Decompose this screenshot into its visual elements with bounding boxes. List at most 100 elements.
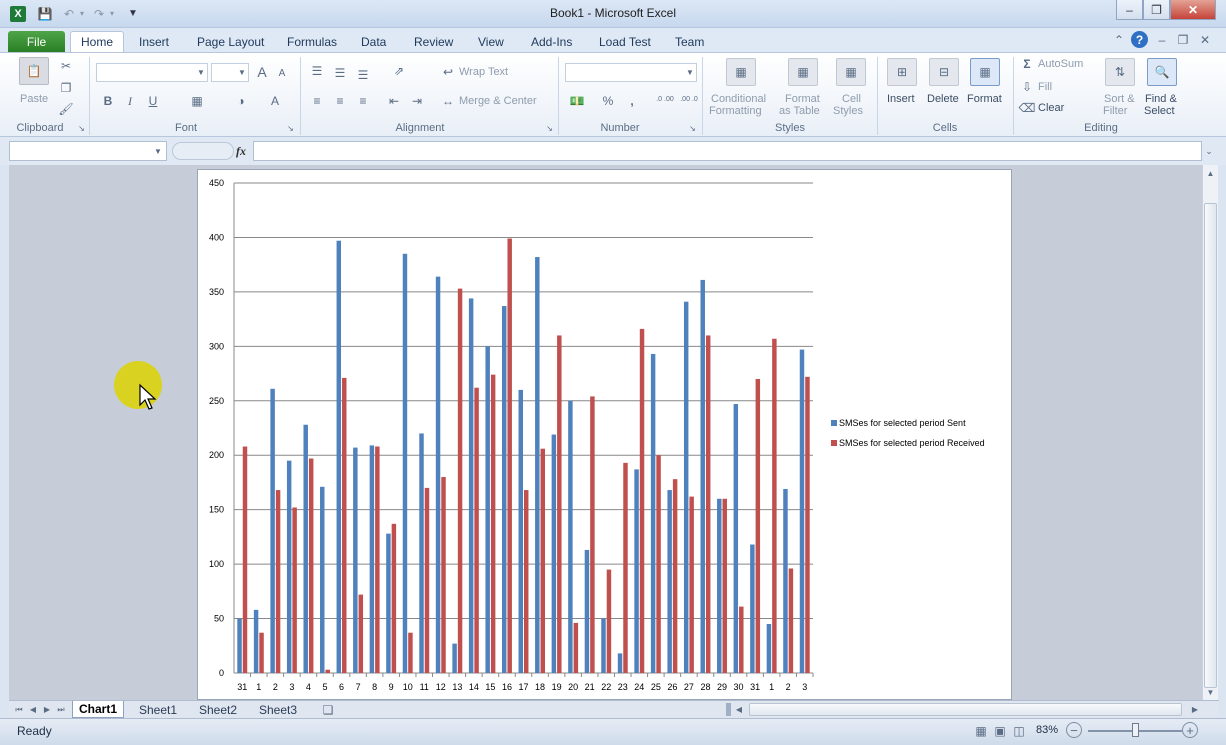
font-color-icon[interactable]: A bbox=[268, 93, 282, 109]
italic-button[interactable]: I bbox=[122, 93, 138, 109]
find-select-label[interactable]: Find & bbox=[1145, 93, 1177, 105]
last-sheet-icon[interactable]: ⏭ bbox=[55, 703, 67, 716]
merge-center-icon[interactable]: ↔ bbox=[440, 94, 456, 108]
tab-file[interactable]: File bbox=[8, 31, 65, 52]
increase-decimal-button[interactable]: .0 .00 bbox=[653, 91, 677, 109]
fill-color-icon[interactable]: ◑ bbox=[232, 93, 250, 109]
cut-icon[interactable]: ✂ bbox=[58, 58, 74, 74]
help-icon[interactable]: ? bbox=[1131, 31, 1148, 48]
find-select-label-2[interactable]: Select bbox=[1144, 105, 1175, 117]
borders-icon[interactable]: ▦ bbox=[189, 93, 205, 109]
bold-button[interactable]: B bbox=[100, 93, 116, 109]
close-button[interactable]: ✕ bbox=[1170, 0, 1216, 20]
scroll-up-icon[interactable]: ▲ bbox=[1204, 167, 1217, 179]
format-cells-button[interactable]: Format bbox=[967, 93, 1002, 105]
wrap-text-button[interactable]: Wrap Text bbox=[459, 66, 508, 78]
page-break-view-icon[interactable]: ◫ bbox=[1011, 723, 1027, 739]
zoom-in-icon[interactable]: + bbox=[1182, 722, 1198, 738]
doc-close-icon[interactable]: ✕ bbox=[1198, 32, 1212, 48]
eraser-icon[interactable]: ⌫ bbox=[1019, 101, 1036, 115]
cell-styles-icon[interactable]: ▦ bbox=[836, 58, 866, 86]
cell-styles-label[interactable]: Cell bbox=[842, 93, 861, 105]
delete-cells-icon[interactable]: ⊟ bbox=[929, 58, 959, 86]
delete-cells-button[interactable]: Delete bbox=[927, 93, 959, 105]
insert-cells-icon[interactable]: ⊞ bbox=[887, 58, 917, 86]
decrease-indent-icon[interactable]: ⇤ bbox=[386, 93, 402, 109]
scroll-down-icon[interactable]: ▼ bbox=[1204, 686, 1217, 698]
autosum-icon[interactable]: Σ bbox=[1020, 57, 1034, 71]
minimize-button[interactable]: – bbox=[1116, 0, 1143, 20]
insert-sheet-icon[interactable]: ❏ bbox=[319, 702, 337, 717]
align-right-icon[interactable]: ≡ bbox=[355, 93, 371, 109]
alignment-launcher-icon[interactable]: ↘ bbox=[545, 124, 554, 133]
scroll-thumb[interactable] bbox=[1204, 203, 1217, 688]
page-layout-view-icon[interactable]: ▣ bbox=[992, 723, 1008, 739]
hscroll-splitter[interactable] bbox=[726, 703, 731, 716]
format-painter-icon[interactable]: 🖌 bbox=[58, 101, 74, 117]
cell-styles-label-2[interactable]: Styles bbox=[833, 105, 863, 117]
fill-button[interactable]: Fill bbox=[1038, 81, 1052, 93]
increase-indent-icon[interactable]: ⇥ bbox=[409, 93, 425, 109]
decrease-decimal-button[interactable]: .00 .0 bbox=[677, 91, 701, 109]
scroll-right-icon[interactable]: ▶ bbox=[1189, 703, 1201, 716]
sort-filter-label[interactable]: Sort & bbox=[1104, 93, 1135, 105]
conditional-formatting-icon[interactable]: ▦ bbox=[726, 58, 756, 86]
minimize-ribbon-icon[interactable]: ⌃ bbox=[1112, 32, 1126, 48]
first-sheet-icon[interactable]: ⏮ bbox=[13, 703, 25, 716]
align-middle-icon[interactable]: ☰ bbox=[332, 65, 348, 81]
sheet-tab-chart1[interactable]: Chart1 bbox=[72, 701, 125, 718]
autosum-button[interactable]: AutoSum bbox=[1038, 58, 1083, 70]
hscroll-thumb[interactable] bbox=[749, 703, 1182, 716]
sort-filter-label-2[interactable]: Filter bbox=[1103, 105, 1127, 117]
zoom-slider-thumb[interactable] bbox=[1132, 723, 1139, 737]
tab-add-ins[interactable]: Add-Ins bbox=[521, 31, 582, 52]
next-sheet-icon[interactable]: ▶ bbox=[41, 703, 53, 716]
grow-font-icon[interactable]: A bbox=[255, 64, 269, 80]
format-as-table-label[interactable]: Format bbox=[785, 93, 820, 105]
normal-view-icon[interactable]: ▦ bbox=[973, 723, 989, 739]
clipboard-launcher-icon[interactable]: ↘ bbox=[77, 124, 86, 133]
number-format-combo[interactable] bbox=[565, 63, 697, 82]
format-as-table-label-2[interactable]: as Table bbox=[779, 105, 820, 117]
align-center-icon[interactable]: ≡ bbox=[332, 93, 348, 109]
tab-insert[interactable]: Insert bbox=[129, 31, 179, 52]
find-select-icon[interactable]: 🔍 bbox=[1147, 58, 1177, 86]
conditional-formatting-label[interactable]: Conditional bbox=[711, 93, 766, 105]
conditional-formatting-label-2[interactable]: Formatting bbox=[709, 105, 762, 117]
paste-button[interactable]: Paste bbox=[20, 93, 48, 105]
number-format-dropdown-icon[interactable]: ▼ bbox=[684, 65, 696, 79]
currency-icon[interactable]: 💵 bbox=[567, 93, 587, 109]
percent-button[interactable]: % bbox=[600, 93, 616, 109]
tab-page-layout[interactable]: Page Layout bbox=[187, 31, 274, 52]
font-name-combo[interactable] bbox=[96, 63, 208, 82]
font-launcher-icon[interactable]: ↘ bbox=[286, 124, 295, 133]
formula-bar-grip[interactable] bbox=[172, 142, 234, 160]
insert-cells-button[interactable]: Insert bbox=[887, 93, 915, 105]
tab-data[interactable]: Data bbox=[351, 31, 396, 52]
orientation-icon[interactable]: ⇗ bbox=[388, 63, 410, 79]
expand-formula-bar-icon[interactable]: ⌄ bbox=[1203, 143, 1215, 159]
sheet-tab-sheet3[interactable]: Sheet3 bbox=[253, 701, 303, 718]
sort-filter-icon[interactable]: ⇅ bbox=[1105, 58, 1135, 86]
wrap-text-icon[interactable]: ↩ bbox=[440, 65, 456, 79]
insert-function-button[interactable]: fx bbox=[233, 143, 249, 159]
tab-review[interactable]: Review bbox=[404, 31, 463, 52]
tab-formulas[interactable]: Formulas bbox=[277, 31, 347, 52]
align-bottom-icon[interactable]: ☰ bbox=[355, 67, 371, 83]
formula-input[interactable] bbox=[253, 141, 1202, 161]
font-size-dropdown-icon[interactable]: ▼ bbox=[236, 65, 248, 79]
paste-icon[interactable]: 📋 bbox=[19, 57, 49, 85]
vertical-scrollbar[interactable]: ▲ ▼ bbox=[1202, 165, 1218, 700]
fill-icon[interactable]: ⇩ bbox=[1020, 80, 1034, 94]
tab-home[interactable]: Home bbox=[70, 31, 125, 52]
copy-icon[interactable]: ❐ bbox=[58, 80, 74, 96]
clear-button[interactable]: Clear bbox=[1038, 102, 1064, 114]
prev-sheet-icon[interactable]: ◀ bbox=[27, 703, 39, 716]
tab-view[interactable]: View bbox=[468, 31, 514, 52]
zoom-level[interactable]: 83% bbox=[1036, 724, 1058, 736]
sheet-tab-sheet2[interactable]: Sheet2 bbox=[193, 701, 243, 718]
tab-team[interactable]: Team bbox=[665, 31, 714, 52]
align-left-icon[interactable]: ≡ bbox=[309, 93, 325, 109]
shrink-font-icon[interactable]: A bbox=[276, 66, 288, 80]
font-name-dropdown-icon[interactable]: ▼ bbox=[195, 65, 207, 79]
